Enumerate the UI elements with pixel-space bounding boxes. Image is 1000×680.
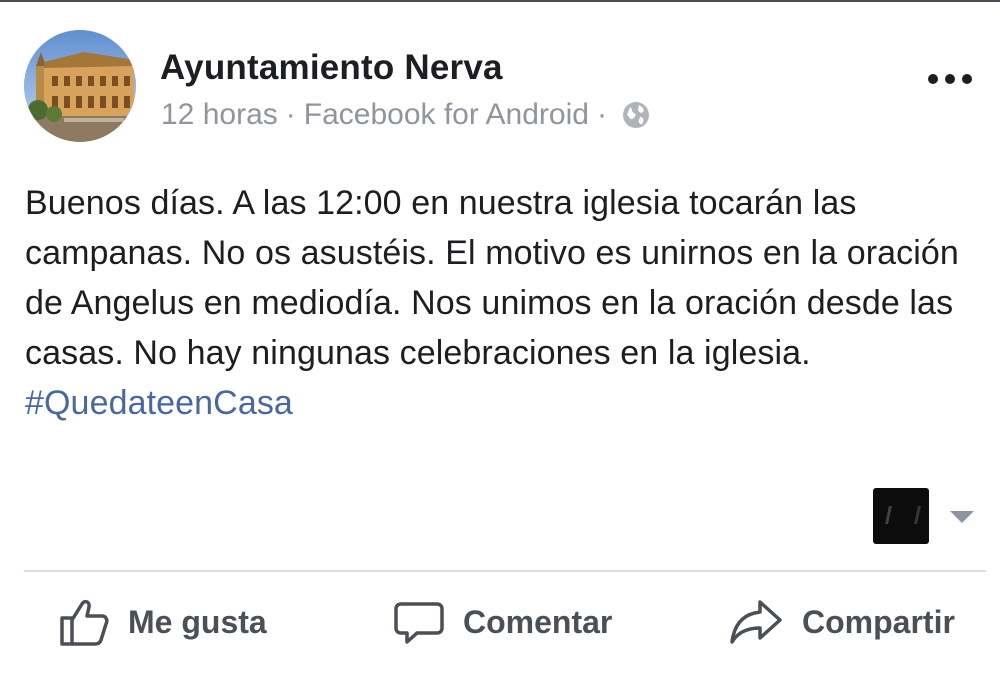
- top-rule: [0, 0, 1000, 2]
- post-source: Facebook for Android: [303, 98, 589, 131]
- meta-separator: ·: [285, 98, 296, 131]
- hashtag-link[interactable]: #QuedateenCasa: [25, 384, 293, 422]
- share-arrow-icon: [730, 600, 782, 644]
- comment-button[interactable]: Comentar: [393, 592, 612, 652]
- reaction-avatar[interactable]: [873, 488, 929, 544]
- post-meta: 12 horas · Facebook for Android ·: [161, 98, 651, 132]
- town-hall-building-image: [24, 30, 136, 142]
- globe-icon[interactable]: [621, 100, 651, 130]
- dot: [928, 74, 938, 84]
- avatar[interactable]: [24, 30, 136, 142]
- actions-divider: [24, 570, 986, 572]
- like-label: Me gusta: [128, 603, 267, 640]
- speech-bubble-icon: [394, 602, 444, 644]
- chevron-down-icon[interactable]: [950, 511, 974, 523]
- share-button[interactable]: Compartir: [728, 592, 955, 652]
- share-label: Compartir: [802, 603, 955, 640]
- post-timestamp[interactable]: 12 horas: [161, 98, 278, 132]
- comment-label: Comentar: [463, 603, 613, 640]
- more-options-icon[interactable]: [928, 66, 978, 92]
- dot: [962, 74, 972, 84]
- post-body: Buenos días. A las 12:00 en nuestra igle…: [25, 178, 990, 428]
- dot: [945, 74, 955, 84]
- post-author-name[interactable]: Ayuntamiento Nerva: [160, 48, 503, 88]
- thumbs-up-icon: [60, 599, 109, 646]
- meta-separator: ·: [596, 98, 607, 131]
- like-button[interactable]: Me gusta: [58, 592, 267, 652]
- avatar-mark: [885, 506, 921, 524]
- post-text: Buenos días. A las 12:00 en nuestra igle…: [25, 184, 959, 372]
